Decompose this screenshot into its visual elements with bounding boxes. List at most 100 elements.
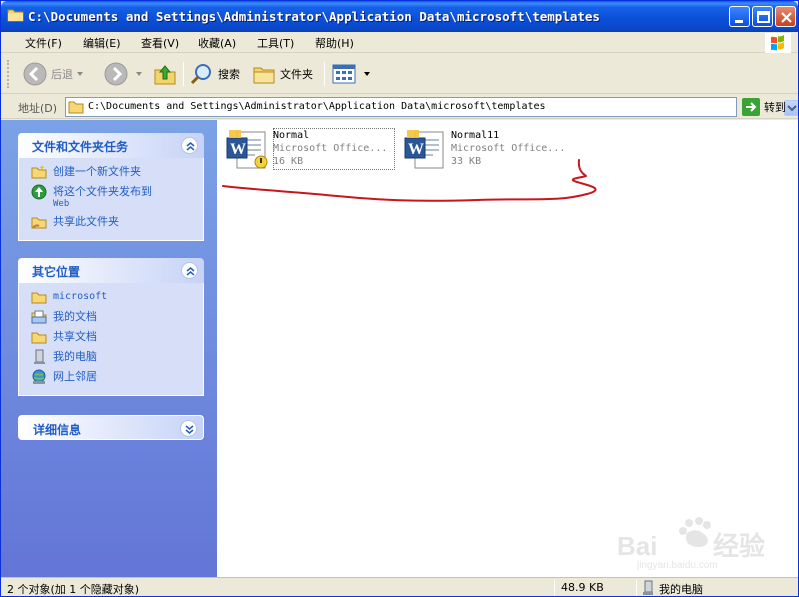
address-bar: 地址(D) C:\Documents and Settings\Administ… — [1, 95, 798, 119]
toolbar: 后退 搜索 文件夹 — [1, 54, 798, 94]
back-button[interactable]: 后退 — [23, 60, 83, 88]
toolbar-separator — [183, 62, 184, 86]
task-pane: 文件和文件夹任务 创建一个新文件夹 将这个文件夹发布到 Web 共享此文件夹 其… — [1, 120, 217, 577]
menu-view[interactable]: 查看(V) — [141, 35, 179, 51]
window-title: C:\Documents and Settings\Administrator\… — [28, 9, 600, 24]
forward-dropdown-icon[interactable] — [136, 72, 142, 76]
places-panel: 其它位置 microsoft 我的文档 共享文档 我的电脑 网上邻居 — [18, 258, 204, 396]
search-label: 搜索 — [218, 68, 240, 81]
search-button[interactable]: 搜索 — [190, 60, 240, 88]
file-list[interactable]: W Normal Microsoft Office... 16 KB W Nor… — [217, 120, 798, 577]
tasks-panel-header[interactable]: 文件和文件夹任务 — [18, 133, 204, 158]
place-shared-documents[interactable]: 共享文档 — [19, 329, 203, 349]
places-panel-title: 其它位置 — [32, 265, 81, 279]
task-publish-web-label: 将这个文件夹发布到 — [53, 185, 152, 198]
tasks-panel: 文件和文件夹任务 创建一个新文件夹 将这个文件夹发布到 Web 共享此文件夹 — [18, 133, 204, 241]
collapse-icon[interactable] — [181, 137, 198, 154]
toolbar-separator — [324, 62, 325, 86]
menu-file[interactable]: 文件(F) — [25, 35, 62, 51]
share-folder-icon — [31, 217, 47, 229]
places-panel-header[interactable]: 其它位置 — [18, 258, 204, 283]
folder-icon — [68, 101, 84, 114]
expand-icon[interactable] — [180, 420, 197, 437]
details-panel-header[interactable]: 详细信息 — [18, 415, 204, 440]
place-my-documents[interactable]: 我的文档 — [19, 309, 203, 329]
explorer-window: C:\Documents and Settings\Administrator\… — [0, 0, 799, 597]
place-network-label: 网上邻居 — [53, 370, 97, 383]
menu-tools[interactable]: 工具(T) — [257, 35, 294, 51]
search-icon — [190, 64, 211, 85]
folder-icon — [31, 292, 47, 304]
baidu-watermark: Bai 经验 jingyan.baidu.com — [617, 517, 765, 570]
go-arrow-icon — [742, 98, 760, 116]
status-location: 我的电脑 — [659, 583, 703, 596]
task-share-folder[interactable]: 共享此文件夹 — [19, 214, 203, 234]
place-my-computer[interactable]: 我的电脑 — [19, 349, 203, 369]
new-folder-icon — [31, 165, 47, 179]
title-bar[interactable]: C:\Documents and Settings\Administrator\… — [1, 1, 798, 32]
close-button[interactable] — [775, 6, 796, 27]
back-arrow-icon — [23, 62, 47, 86]
folder-up-icon — [154, 65, 176, 85]
forward-button[interactable] — [104, 60, 142, 88]
places-panel-body: microsoft 我的文档 共享文档 我的电脑 网上邻居 — [18, 283, 204, 396]
task-share-folder-label: 共享此文件夹 — [53, 215, 119, 228]
folders-label: 文件夹 — [280, 68, 313, 81]
my-documents-icon — [31, 310, 47, 324]
shared-documents-icon — [31, 332, 47, 344]
back-label: 后退 — [51, 68, 73, 81]
tasks-panel-title: 文件和文件夹任务 — [32, 140, 129, 154]
go-label: 转到 — [764, 101, 786, 114]
back-dropdown-icon[interactable] — [77, 72, 83, 76]
menu-bar: 文件(F) 编辑(E) 查看(V) 收藏(A) 工具(T) 帮助(H) — [1, 32, 798, 53]
place-microsoft-label: microsoft — [53, 291, 108, 302]
maximize-icon — [757, 11, 770, 23]
views-dropdown-icon[interactable] — [364, 72, 370, 76]
minimize-icon — [735, 20, 743, 23]
maximize-button[interactable] — [752, 6, 773, 27]
menu-favorites[interactable]: 收藏(A) — [198, 35, 236, 51]
go-button[interactable]: 转到 — [742, 98, 786, 116]
menu-edit[interactable]: 编辑(E) — [83, 35, 121, 51]
menu-help[interactable]: 帮助(H) — [315, 35, 354, 51]
task-publish-web[interactable]: 将这个文件夹发布到 Web — [19, 184, 203, 214]
tasks-panel-body: 创建一个新文件夹 将这个文件夹发布到 Web 共享此文件夹 — [18, 158, 204, 241]
address-input[interactable]: C:\Documents and Settings\Administrator\… — [65, 97, 798, 117]
my-computer-icon — [643, 580, 653, 595]
windows-logo-icon — [765, 33, 791, 53]
place-shared-documents-label: 共享文档 — [53, 330, 97, 343]
folder-icon — [7, 9, 24, 22]
views-icon — [332, 64, 356, 84]
place-my-documents-label: 我的文档 — [53, 310, 97, 323]
task-publish-web-sub: Web — [53, 199, 70, 209]
status-object-count: 2 个对象(加 1 个隐藏对象) — [7, 583, 140, 596]
publish-web-icon — [31, 184, 47, 200]
place-my-computer-label: 我的电脑 — [53, 350, 97, 363]
svg-text:Bai: Bai — [617, 531, 657, 561]
address-value: C:\Documents and Settings\Administrator\… — [88, 101, 546, 112]
forward-arrow-icon — [104, 62, 128, 86]
status-size: 48.9 KB — [561, 581, 604, 594]
svg-text:jingyan.baidu.com: jingyan.baidu.com — [636, 560, 718, 570]
details-panel: 详细信息 — [18, 415, 204, 440]
annotation-underline — [222, 159, 597, 202]
close-icon — [781, 12, 792, 23]
network-places-icon — [32, 369, 46, 384]
place-network[interactable]: 网上邻居 — [19, 369, 203, 389]
views-button[interactable] — [332, 60, 370, 88]
minimize-button[interactable] — [729, 6, 750, 27]
folders-icon — [253, 67, 275, 84]
toolbar-grip[interactable] — [7, 60, 10, 88]
up-button[interactable] — [153, 60, 181, 88]
place-microsoft[interactable]: microsoft — [19, 289, 203, 309]
collapse-icon[interactable] — [181, 262, 198, 279]
address-dropdown-button[interactable] — [784, 100, 798, 116]
svg-text:经验: 经验 — [713, 531, 765, 561]
details-panel-title: 详细信息 — [33, 423, 82, 437]
folders-button[interactable]: 文件夹 — [252, 60, 313, 88]
address-label: 地址(D) — [18, 102, 58, 115]
my-computer-icon — [34, 349, 45, 364]
chevron-down-icon — [787, 105, 797, 112]
task-new-folder[interactable]: 创建一个新文件夹 — [19, 164, 203, 184]
task-new-folder-label: 创建一个新文件夹 — [53, 165, 141, 178]
